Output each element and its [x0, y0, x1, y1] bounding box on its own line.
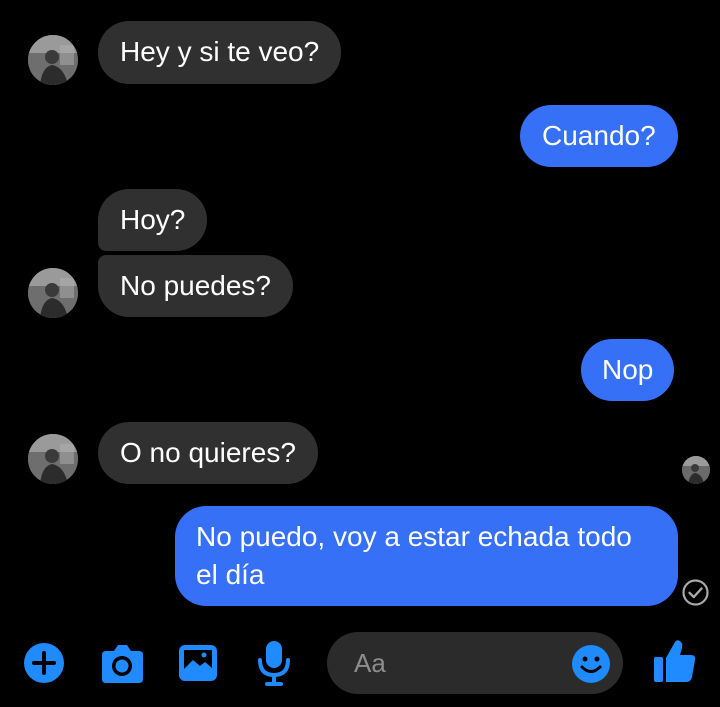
message-bubble-incoming[interactable]: No puedes?: [98, 255, 294, 317]
thumbs-up-icon[interactable]: [653, 638, 697, 684]
camera-icon[interactable]: [99, 642, 145, 684]
contact-avatar[interactable]: [28, 268, 78, 318]
message-text: Cuando?: [542, 120, 656, 151]
plus-icon[interactable]: [23, 642, 65, 684]
contact-avatar[interactable]: [28, 434, 78, 484]
message-text: No puedo, voy a estar echada todo el día: [196, 521, 632, 590]
message-bubble-outgoing[interactable]: No puedo, voy a estar echada todo el día: [175, 506, 678, 606]
microphone-icon[interactable]: [256, 639, 292, 687]
message-text: Hoy?: [120, 204, 186, 235]
message-input-placeholder: Aa: [354, 648, 386, 678]
contact-avatar[interactable]: [28, 35, 78, 85]
sent-check-icon: [681, 578, 710, 607]
message-bubble-incoming[interactable]: O no quieres?: [98, 422, 318, 484]
emoji-icon[interactable]: [571, 644, 611, 684]
message-bubble-outgoing[interactable]: Nop: [581, 339, 675, 401]
message-text: Hey y si te veo?: [120, 36, 320, 67]
image-icon[interactable]: [177, 642, 219, 684]
message-input[interactable]: Aa: [327, 632, 623, 694]
message-bubble-outgoing[interactable]: Cuando?: [520, 105, 678, 167]
message-bubble-incoming[interactable]: Hoy?: [98, 189, 208, 251]
composer-bar: Aa: [0, 622, 720, 707]
message-text: O no quieres?: [120, 437, 296, 468]
message-text: No puedes?: [120, 270, 272, 301]
message-text: Nop: [602, 354, 654, 385]
message-bubble-incoming[interactable]: Hey y si te veo?: [98, 21, 342, 84]
read-receipt-avatar: [682, 456, 710, 484]
